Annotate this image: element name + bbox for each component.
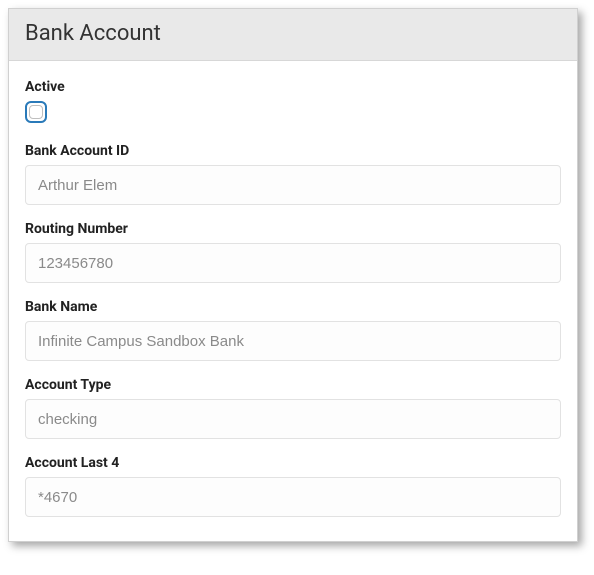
panel-body: Active Bank Account ID Routing Number Ba… [9,61,577,541]
checkbox-inner [29,105,43,119]
routing-number-input[interactable] [25,243,561,283]
bank-account-panel: Bank Account Active Bank Account ID Rout… [8,8,578,542]
bank-account-id-input[interactable] [25,165,561,205]
field-account-type: Account Type [25,377,561,439]
account-last-4-input[interactable] [25,477,561,517]
active-label: Active [25,79,561,95]
field-account-last-4: Account Last 4 [25,455,561,517]
routing-number-label: Routing Number [25,221,561,237]
panel-header: Bank Account [9,9,577,61]
bank-name-label: Bank Name [25,299,561,315]
bank-name-input[interactable] [25,321,561,361]
field-bank-name: Bank Name [25,299,561,361]
field-routing-number: Routing Number [25,221,561,283]
account-last-4-label: Account Last 4 [25,455,561,471]
active-checkbox[interactable] [25,101,47,123]
panel-title: Bank Account [25,21,561,46]
account-type-input[interactable] [25,399,561,439]
field-bank-account-id: Bank Account ID [25,143,561,205]
account-type-label: Account Type [25,377,561,393]
bank-account-id-label: Bank Account ID [25,143,561,159]
active-checkbox-wrap [25,101,561,127]
field-active: Active [25,79,561,127]
